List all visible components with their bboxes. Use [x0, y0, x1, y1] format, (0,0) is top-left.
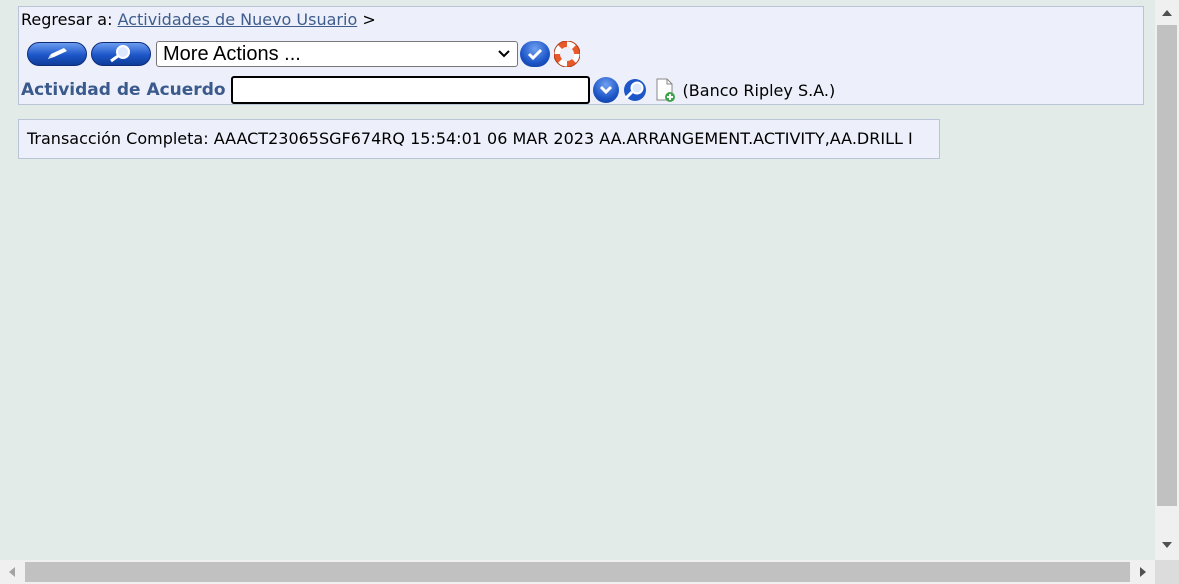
chevron-down-icon — [599, 85, 612, 95]
transaction-message: Transacción Completa: AAACT23065SGF674RQ… — [18, 119, 940, 159]
breadcrumb-prefix: Regresar a: — [21, 10, 113, 29]
scroll-left-arrow[interactable] — [9, 567, 15, 577]
pencil-icon — [48, 48, 67, 59]
horizontal-scroll-thumb[interactable] — [25, 562, 1130, 582]
horizontal-scrollbar[interactable] — [0, 560, 1155, 584]
new-document-icon — [656, 78, 675, 102]
chevron-down-icon — [498, 50, 510, 58]
magnifier-icon — [623, 79, 646, 101]
edit-button[interactable] — [27, 42, 87, 66]
record-label: Actividad de Acuerdo — [21, 80, 226, 100]
magnifier-icon — [110, 45, 130, 63]
vertical-scroll-thumb[interactable] — [1157, 25, 1177, 506]
scroll-up-arrow[interactable] — [1162, 10, 1172, 16]
record-row: Actividad de Acuerdo (Banco Ripley S.A.) — [21, 75, 835, 105]
more-actions-value: More Actions ... — [163, 43, 301, 65]
breadcrumb-link[interactable]: Actividades de Nuevo Usuario — [118, 10, 358, 29]
scroll-down-arrow[interactable] — [1162, 542, 1172, 548]
vertical-scrollbar[interactable] — [1155, 0, 1179, 560]
action-toolbar: More Actions ... — [27, 40, 580, 68]
header-panel: Regresar a: Actividades de Nuevo Usuario… — [18, 6, 1144, 105]
scrollbar-corner — [1155, 560, 1179, 584]
new-record-button[interactable] — [651, 77, 679, 103]
breadcrumb: Regresar a: Actividades de Nuevo Usuario… — [21, 10, 376, 32]
company-name: (Banco Ripley S.A.) — [682, 80, 836, 100]
search-button[interactable] — [621, 77, 649, 103]
dropdown-button[interactable] — [592, 77, 619, 103]
lifebuoy-icon[interactable] — [554, 41, 580, 67]
go-button[interactable] — [520, 41, 550, 67]
page-content: Regresar a: Actividades de Nuevo Usuario… — [0, 0, 1155, 560]
scroll-right-arrow[interactable] — [1140, 567, 1146, 577]
view-button[interactable] — [91, 42, 151, 66]
check-icon — [527, 48, 543, 61]
breadcrumb-separator: > — [362, 10, 376, 29]
transaction-message-text: Transacción Completa: AAACT23065SGF674RQ… — [27, 129, 913, 148]
more-actions-select[interactable]: More Actions ... — [156, 41, 518, 67]
record-id-input[interactable] — [230, 76, 590, 104]
